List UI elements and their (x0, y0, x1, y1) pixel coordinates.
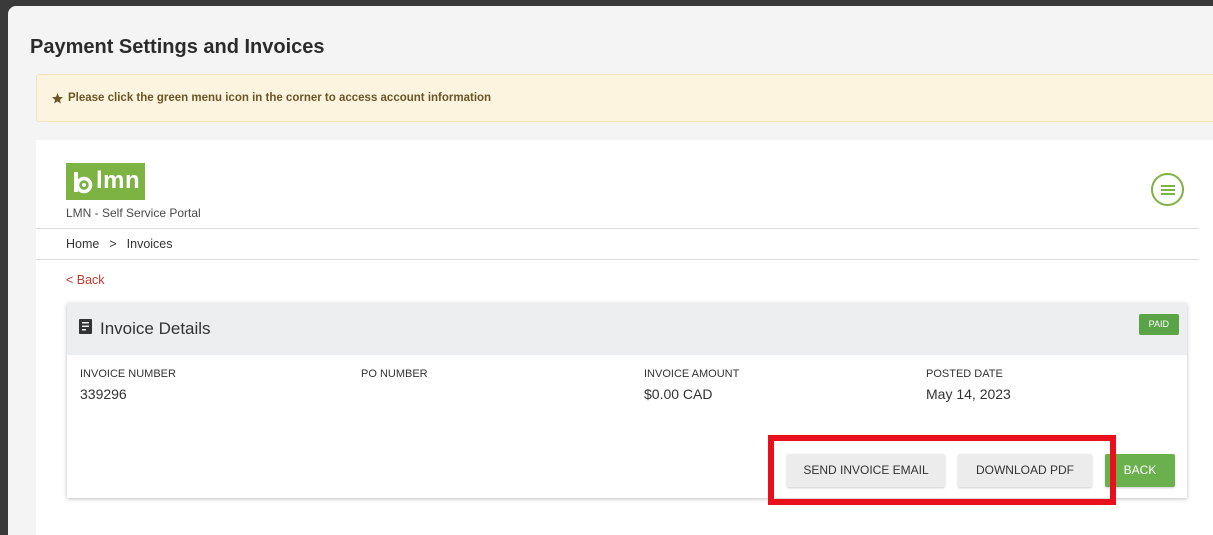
invoice-amount-label: INVOICE AMOUNT (644, 368, 740, 380)
lmn-logo: lmn (66, 163, 145, 200)
invoice-details-header: Invoice Details PAID (67, 303, 1187, 355)
posted-date-value: May 14, 2023 (926, 386, 1011, 402)
status-badge: PAID (1138, 314, 1179, 335)
invoice-number-value: 339296 (80, 386, 127, 402)
breadcrumb-invoices[interactable]: Invoices (127, 237, 173, 251)
portal-label: LMN - Self Service Portal (66, 206, 201, 220)
breadcrumb-separator: > (109, 237, 117, 251)
divider (36, 228, 1199, 229)
send-invoice-email-button[interactable]: SEND INVOICE EMAIL (787, 454, 945, 487)
receipt-icon (79, 319, 92, 339)
invoice-details-label: Invoice Details (100, 319, 211, 338)
download-pdf-button[interactable]: DOWNLOAD PDF (958, 454, 1092, 487)
po-number-label: PO NUMBER (361, 368, 428, 380)
invoice-details-panel: Invoice Details PAID INVOICE NUMBER 3392… (67, 303, 1187, 498)
window-frame: Payment Settings and Invoices Please cli… (8, 6, 1213, 535)
info-notice: Please click the green menu icon in the … (36, 74, 1213, 122)
invoice-amount-value: $0.00 CAD (644, 386, 713, 402)
breadcrumb: Home > Invoices (66, 237, 173, 251)
star-icon (51, 92, 64, 105)
notice-text: Please click the green menu icon in the … (68, 92, 492, 104)
back-button[interactable]: BACK (1105, 454, 1175, 487)
hamburger-circle-icon[interactable] (1151, 173, 1184, 206)
portal-card: lmn LMN - Self Service Portal Home > Inv… (36, 140, 1213, 535)
posted-date-label: POSTED DATE (926, 368, 1003, 380)
invoice-details-title: Invoice Details (79, 319, 211, 339)
invoice-number-label: INVOICE NUMBER (80, 368, 176, 380)
breadcrumb-home[interactable]: Home (66, 237, 99, 251)
back-link[interactable]: < Back (66, 273, 105, 287)
divider (36, 259, 1199, 260)
page-title: Payment Settings and Invoices (30, 36, 325, 58)
logo-text: lmn (96, 167, 141, 194)
